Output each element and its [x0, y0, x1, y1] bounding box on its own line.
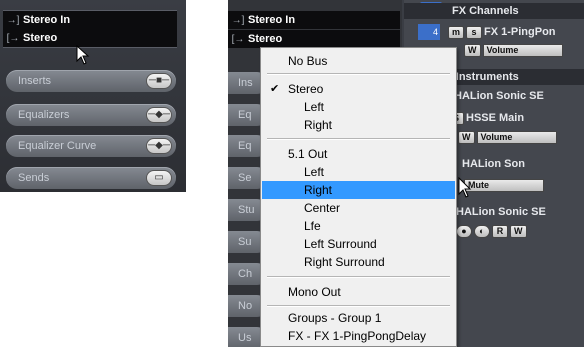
checkmark-icon: ✔	[270, 83, 280, 95]
param-select[interactable]: Volume	[482, 43, 563, 57]
section-label: Equalizers	[18, 109, 70, 121]
channel-name: FX 1-PingPon	[484, 26, 556, 38]
section-equalizers[interactable]: Equalizers ─◆─	[6, 104, 176, 126]
input-routing-label: Stereo In	[248, 14, 296, 26]
solo-button[interactable]: s	[466, 25, 483, 39]
menu-separator	[267, 138, 450, 140]
input-routing-field[interactable]: →] Stereo In	[3, 10, 177, 29]
input-arrow-icon: →]	[6, 15, 20, 26]
listen-icon[interactable]: ◐	[474, 224, 490, 238]
output-arrow-icon: [→	[6, 33, 20, 44]
input-arrow-icon: →]	[231, 15, 245, 26]
write-button[interactable]: W	[510, 224, 527, 238]
sends-icon[interactable]: ▭	[146, 170, 172, 186]
output-routing-label: Stereo	[248, 33, 283, 45]
param-select[interactable]: Volume	[476, 130, 557, 144]
section-label: Equalizer Curve	[18, 140, 97, 152]
output-arrow-icon: [→	[231, 34, 245, 45]
insert-routing-icon[interactable]: ─■─	[146, 73, 172, 89]
menu-item-5-1-center[interactable]: Center	[262, 199, 455, 217]
menu-item-mono-out[interactable]: Mono Out	[262, 283, 455, 301]
eq-diamond-icon[interactable]: ─◆─	[146, 107, 172, 123]
menu-item-stereo-right[interactable]: Right	[262, 116, 455, 134]
fx-channels-header: FX Channels	[404, 3, 584, 19]
menu-item-fx-pingpongdelay[interactable]: FX - FX 1-PingPongDelay	[262, 327, 455, 345]
output-routing-field[interactable]: [→ Stereo	[228, 30, 400, 48]
section-label: Sends	[18, 172, 50, 184]
menu-item-5-1-lfe[interactable]: Lfe	[262, 217, 455, 235]
section-inserts[interactable]: Inserts ─■─	[6, 70, 176, 92]
eq-curve-diamond-icon[interactable]: ─◆─	[146, 138, 172, 154]
section-sends[interactable]: Sends ▭	[6, 167, 176, 189]
read-button[interactable]: R	[492, 224, 508, 238]
left-channel-panel: →] Stereo In [→ Stereo Inserts ─■─ Equaliz…	[0, 0, 186, 192]
param-select[interactable]: Mute	[464, 178, 544, 192]
mouse-pointer-icon	[458, 177, 472, 198]
menu-separator	[267, 276, 450, 278]
input-routing-field[interactable]: →] Stereo In	[228, 11, 400, 29]
mouse-pointer-icon	[76, 45, 90, 65]
output-routing-label: Stereo	[23, 32, 58, 44]
fx1-channel-row[interactable]: m s FX 1-PingPon	[404, 23, 584, 41]
menu-item-5-1-left[interactable]: Left	[262, 163, 455, 181]
menu-separator	[267, 305, 450, 307]
menu-separator	[267, 73, 450, 75]
input-routing-label: Stereo In	[23, 14, 71, 26]
menu-item-5-1-left-surround[interactable]: Left Surround	[262, 235, 455, 253]
monitor-icon[interactable]: ●	[456, 224, 472, 238]
mute-button[interactable]: m	[448, 25, 465, 39]
menu-item-groups-group1[interactable]: Groups - Group 1	[262, 309, 455, 327]
write-button[interactable]: W	[458, 130, 475, 144]
write-button[interactable]: W	[464, 43, 481, 57]
output-routing-field[interactable]: [→ Stereo	[3, 29, 177, 48]
output-routing-menu[interactable]: No Bus ✔ Stereo Left Right 5.1 Out Left R…	[260, 47, 457, 347]
menu-item-5-1-right[interactable]: Right	[262, 181, 455, 199]
section-label: Inserts	[18, 75, 52, 87]
menu-item-no-bus[interactable]: No Bus	[262, 52, 455, 70]
section-equalizer-curve[interactable]: Equalizer Curve ─◆─	[6, 135, 176, 157]
menu-item-5-1-right-surround[interactable]: Right Surround	[262, 253, 455, 271]
menu-item-5-1-out[interactable]: 5.1 Out	[262, 145, 455, 163]
menu-item-stereo-left[interactable]: Left	[262, 98, 455, 116]
channel-name: HSSE Main	[466, 112, 525, 124]
menu-item-stereo[interactable]: ✔ Stereo	[262, 80, 455, 98]
